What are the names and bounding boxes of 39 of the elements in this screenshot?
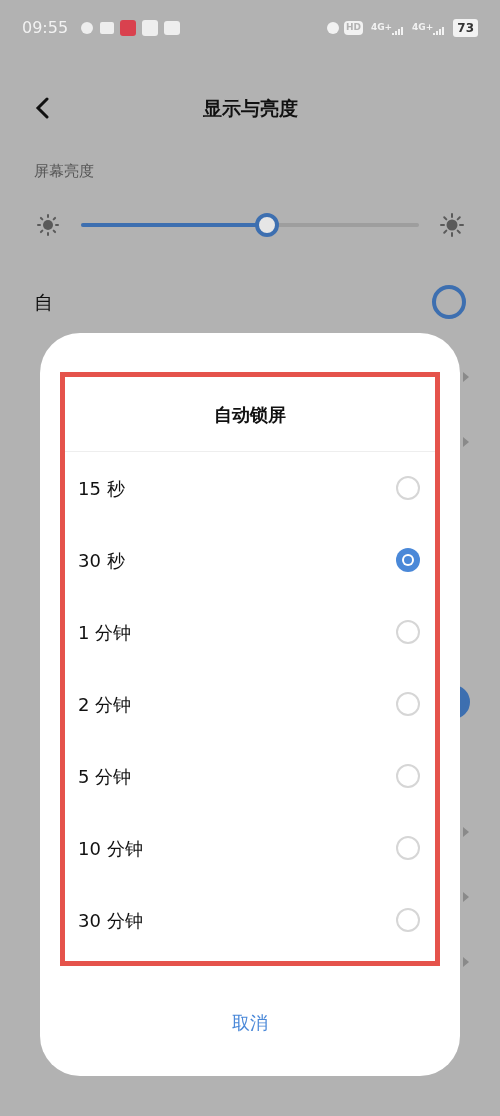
radio-button[interactable] bbox=[396, 692, 420, 716]
card-icon bbox=[100, 22, 115, 34]
network-type: 4G+ bbox=[370, 21, 393, 35]
hd-indicator: HD bbox=[343, 21, 363, 35]
radio-button[interactable] bbox=[396, 764, 420, 788]
radio-option[interactable]: 30 秒 bbox=[65, 524, 435, 596]
network-type: 4G+ bbox=[412, 21, 434, 35]
signal-icon bbox=[433, 24, 446, 35]
slider-thumb[interactable] bbox=[254, 213, 279, 237]
radio-button[interactable] bbox=[396, 908, 420, 932]
back-icon[interactable] bbox=[34, 97, 50, 119]
chevron-icon bbox=[462, 435, 470, 448]
radio-option[interactable]: 1 分钟 bbox=[65, 596, 435, 668]
setting-label: 自 bbox=[34, 289, 53, 315]
radio-option[interactable]: 10 分钟 bbox=[65, 812, 435, 884]
section-label: 屏幕亮度 bbox=[33, 161, 95, 182]
radio-option[interactable]: 30 分钟 bbox=[65, 884, 435, 956]
cancel-button[interactable]: 取消 bbox=[216, 1009, 284, 1036]
app-icon bbox=[120, 20, 137, 36]
status-time: 09:55 bbox=[22, 17, 69, 39]
radio-button[interactable] bbox=[396, 476, 420, 500]
chevron-icon bbox=[462, 890, 470, 903]
chevron-icon bbox=[462, 825, 470, 838]
radio-button[interactable] bbox=[396, 548, 420, 572]
app-icon bbox=[164, 21, 181, 35]
toggle-switch[interactable] bbox=[432, 285, 466, 319]
chevron-icon bbox=[462, 955, 470, 968]
low-brightness-icon bbox=[35, 212, 61, 238]
radio-button[interactable] bbox=[396, 620, 420, 644]
high-brightness-icon bbox=[439, 212, 465, 238]
radio-option[interactable]: 5 分钟 bbox=[65, 740, 435, 812]
radio-option[interactable]: 15 秒 bbox=[65, 452, 435, 524]
radio-option[interactable]: 2 分钟 bbox=[65, 668, 435, 740]
page-title: 显示与亮度 bbox=[202, 95, 298, 121]
signal-icon bbox=[392, 24, 405, 35]
dialog-title: 自动锁屏 bbox=[214, 402, 286, 427]
battery-level: 73 bbox=[453, 19, 478, 37]
radio-button[interactable] bbox=[396, 836, 420, 860]
chevron-icon bbox=[462, 370, 470, 383]
